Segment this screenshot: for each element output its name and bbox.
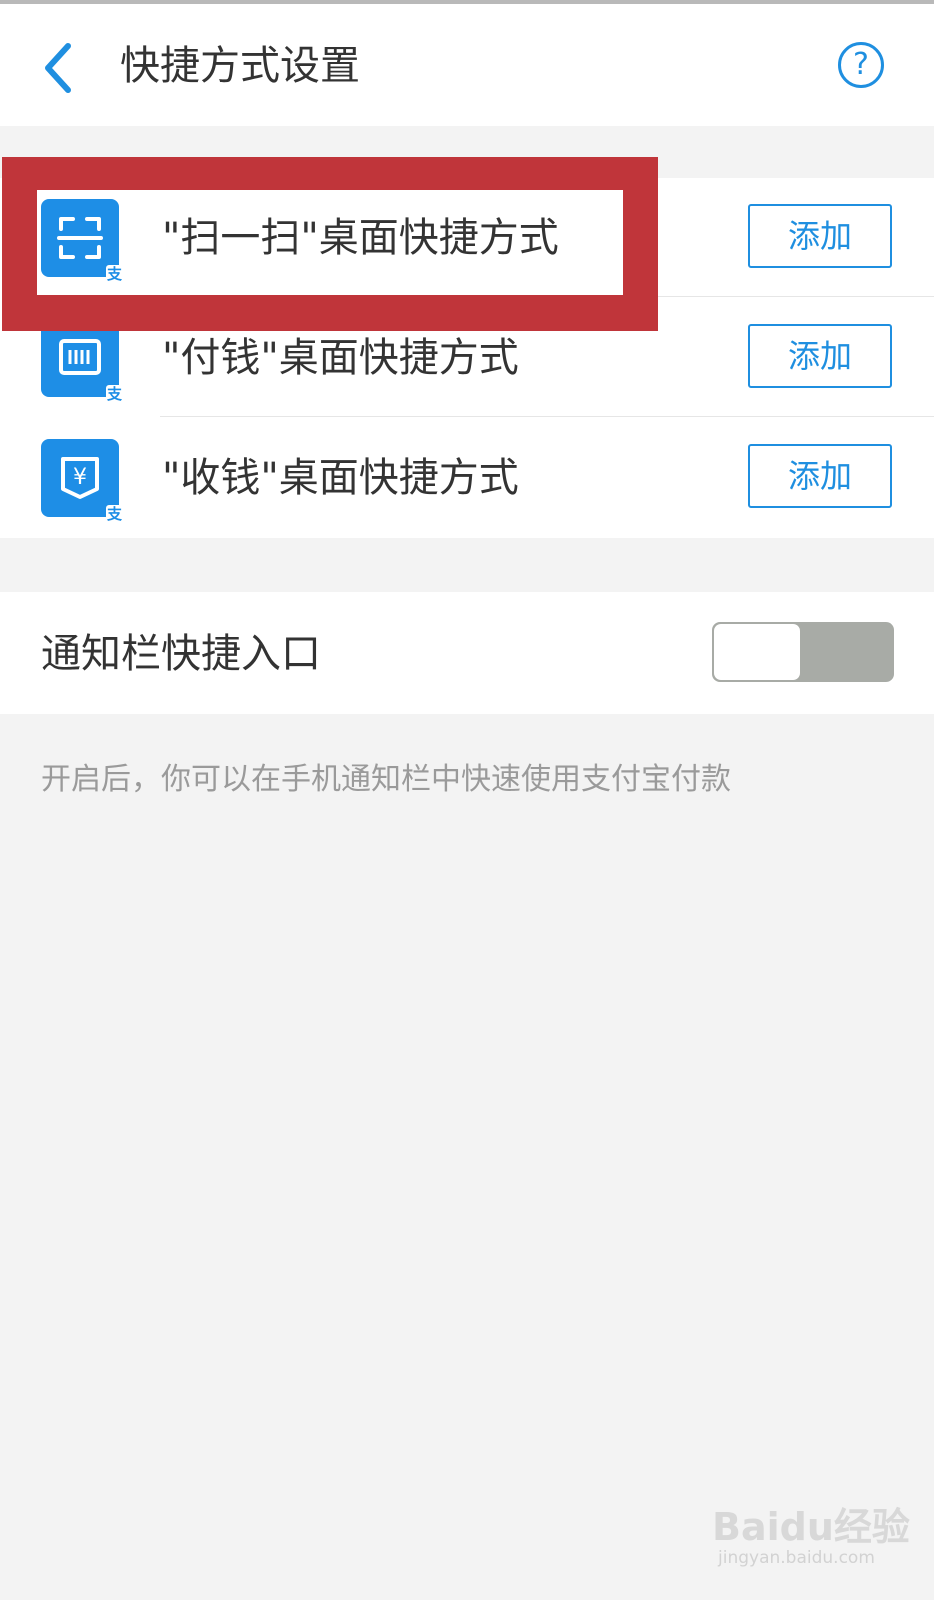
yuan-receive-icon: ¥ 支 (41, 439, 123, 523)
alipay-badge: 支 (105, 505, 123, 523)
header-bar: 快捷方式设置 ? (0, 4, 934, 126)
notification-toggle[interactable] (712, 622, 894, 682)
list-item-receive: ¥ 支 "收钱"桌面快捷方式 添加 (0, 418, 934, 538)
notification-hint: 开启后，你可以在手机通知栏中快速使用支付宝付款 (41, 762, 731, 797)
add-button[interactable]: 添加 (748, 204, 892, 268)
watermark-url: jingyan.baidu.com (718, 1548, 875, 1568)
help-button[interactable]: ? (838, 42, 884, 88)
divider (160, 416, 934, 417)
question-icon: ? (853, 47, 869, 82)
toggle-knob (714, 624, 800, 680)
notification-row: 通知栏快捷入口 (0, 592, 934, 714)
shortcut-label: "扫一扫"桌面快捷方式 (162, 215, 559, 261)
shortcut-list: 支 "扫一扫"桌面快捷方式 添加 支 "付钱"桌面快捷方式 添加 ¥ 支 "收钱… (0, 178, 934, 538)
shortcut-label: "收钱"桌面快捷方式 (162, 455, 519, 501)
page-title: 快捷方式设置 (120, 43, 360, 89)
add-button[interactable]: 添加 (748, 444, 892, 508)
list-item-pay: 支 "付钱"桌面快捷方式 添加 (0, 298, 934, 418)
watermark-brand: Baidu经验 (712, 1505, 910, 1549)
shortcut-label: "付钱"桌面快捷方式 (162, 335, 519, 381)
divider (160, 296, 934, 297)
alipay-badge: 支 (105, 385, 123, 403)
chevron-left-icon (45, 43, 71, 93)
notification-label: 通知栏快捷入口 (41, 631, 321, 677)
alipay-badge: 支 (105, 265, 123, 283)
list-item-scan: 支 "扫一扫"桌面快捷方式 添加 (0, 178, 934, 298)
back-button[interactable] (38, 38, 88, 98)
scan-icon: 支 (41, 199, 123, 283)
add-button[interactable]: 添加 (748, 324, 892, 388)
barcode-pay-icon: 支 (41, 319, 123, 403)
svg-text:¥: ¥ (73, 465, 87, 490)
watermark: Baidu经验 jingyan.baidu.com (712, 1480, 912, 1590)
